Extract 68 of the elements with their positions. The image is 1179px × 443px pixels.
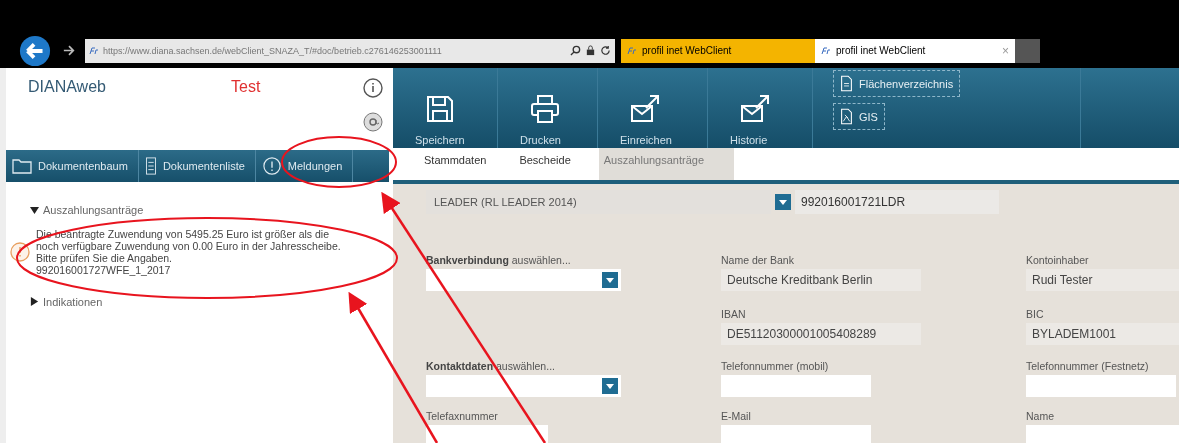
list-icon: [144, 157, 157, 175]
tree-item[interactable]: Auszahlungsanträge: [30, 204, 144, 216]
app-name: DIANAweb: [28, 78, 107, 96]
browser-tab[interactable]: profil inet WebClient: [621, 38, 815, 63]
dropdown-button[interactable]: [775, 194, 791, 210]
caret-icon: [605, 276, 615, 284]
tab[interactable]: Auszahlungsanträge: [598, 148, 735, 180]
collapse-icon[interactable]: [30, 205, 39, 215]
search-icon[interactable]: [570, 45, 581, 56]
tree-item[interactable]: Indikationen: [30, 295, 103, 308]
field-label: E-Mail: [721, 410, 752, 422]
site-icon: [89, 46, 99, 55]
dropdown-button[interactable]: [602, 272, 618, 288]
warning-icon: [10, 241, 30, 262]
environment-label: Test: [231, 78, 262, 96]
document-icon: [840, 75, 853, 92]
readonly-field: Deutsche Kreditbank Berlin: [721, 269, 921, 291]
nav-button[interactable]: Dokumentenliste: [138, 150, 256, 182]
readonly-field: BYLADEM1001: [1026, 323, 1179, 345]
field-label: Telefonnummer (Festnetz): [1026, 360, 1150, 372]
input-field[interactable]: [1026, 425, 1179, 443]
readonly-field: Rudi Tester: [1026, 269, 1179, 291]
info-icon: [261, 157, 282, 175]
back-button[interactable]: [19, 34, 51, 67]
lock-icon: [585, 45, 596, 56]
new-tab-button[interactable]: [1015, 38, 1040, 63]
field-label: Name der Bank: [721, 254, 795, 266]
caret-icon: [605, 382, 615, 390]
forward-icon[interactable]: [63, 45, 75, 56]
select-field[interactable]: [426, 375, 621, 397]
folder-icon: [12, 157, 32, 175]
save-icon: [425, 94, 455, 124]
select-field[interactable]: [426, 269, 621, 291]
field-label: Bankverbindung auswählen...: [426, 254, 572, 266]
input-field[interactable]: [721, 375, 871, 397]
envelope-arrow-icon: [630, 94, 660, 124]
field-label: Name: [1026, 410, 1055, 422]
tab[interactable]: Stammdaten: [419, 148, 515, 180]
site-icon: [627, 46, 637, 55]
address-bar[interactable]: https://www.diana.sachsen.de/webClient_SNAZA_T/#doc/betrieb.c276146253001111: [85, 38, 615, 63]
message-reference: 992016001727WFE_1_2017: [36, 263, 172, 276]
caret-icon: [778, 198, 788, 206]
refresh-icon[interactable]: [600, 45, 611, 56]
input-field[interactable]: [426, 425, 548, 443]
toolbar-button[interactable]: Flächenverzeichnis: [833, 70, 961, 97]
expand-icon[interactable]: [30, 297, 39, 306]
input-field[interactable]: [721, 425, 871, 443]
tab[interactable]: Bescheide: [514, 148, 599, 180]
nav-button[interactable]: Dokumentenbaum: [6, 150, 139, 182]
field-label: Telefaxnummer: [426, 410, 499, 422]
info-icon[interactable]: [363, 78, 383, 98]
map-icon: [840, 108, 853, 125]
field-label: Kontoinhaber: [1026, 254, 1090, 266]
site-icon: [821, 46, 831, 55]
input-field[interactable]: [1026, 375, 1176, 397]
toolbar-button[interactable]: GIS: [833, 103, 885, 130]
printer-icon: [530, 94, 560, 124]
field-label: Kontaktdaten auswählen...: [426, 360, 556, 372]
field-label: BIC: [1026, 308, 1045, 320]
field-label: Telefonnummer (mobil): [721, 360, 830, 372]
url-text: https://www.diana.sachsen.de/webClient_SNAZA_T/#doc/betrieb.c276146253001111: [103, 45, 443, 56]
readonly-field: DE51120300001005408289: [721, 323, 921, 345]
dropdown-button[interactable]: [602, 378, 618, 394]
browser-tab[interactable]: profil inet WebClient ×: [815, 38, 1015, 63]
number-field: 992016001721LDR: [795, 190, 999, 214]
field-label: IBAN: [721, 308, 747, 320]
envelope-arrow-icon: [740, 94, 770, 124]
nav-button[interactable]: Meldungen: [255, 150, 354, 182]
